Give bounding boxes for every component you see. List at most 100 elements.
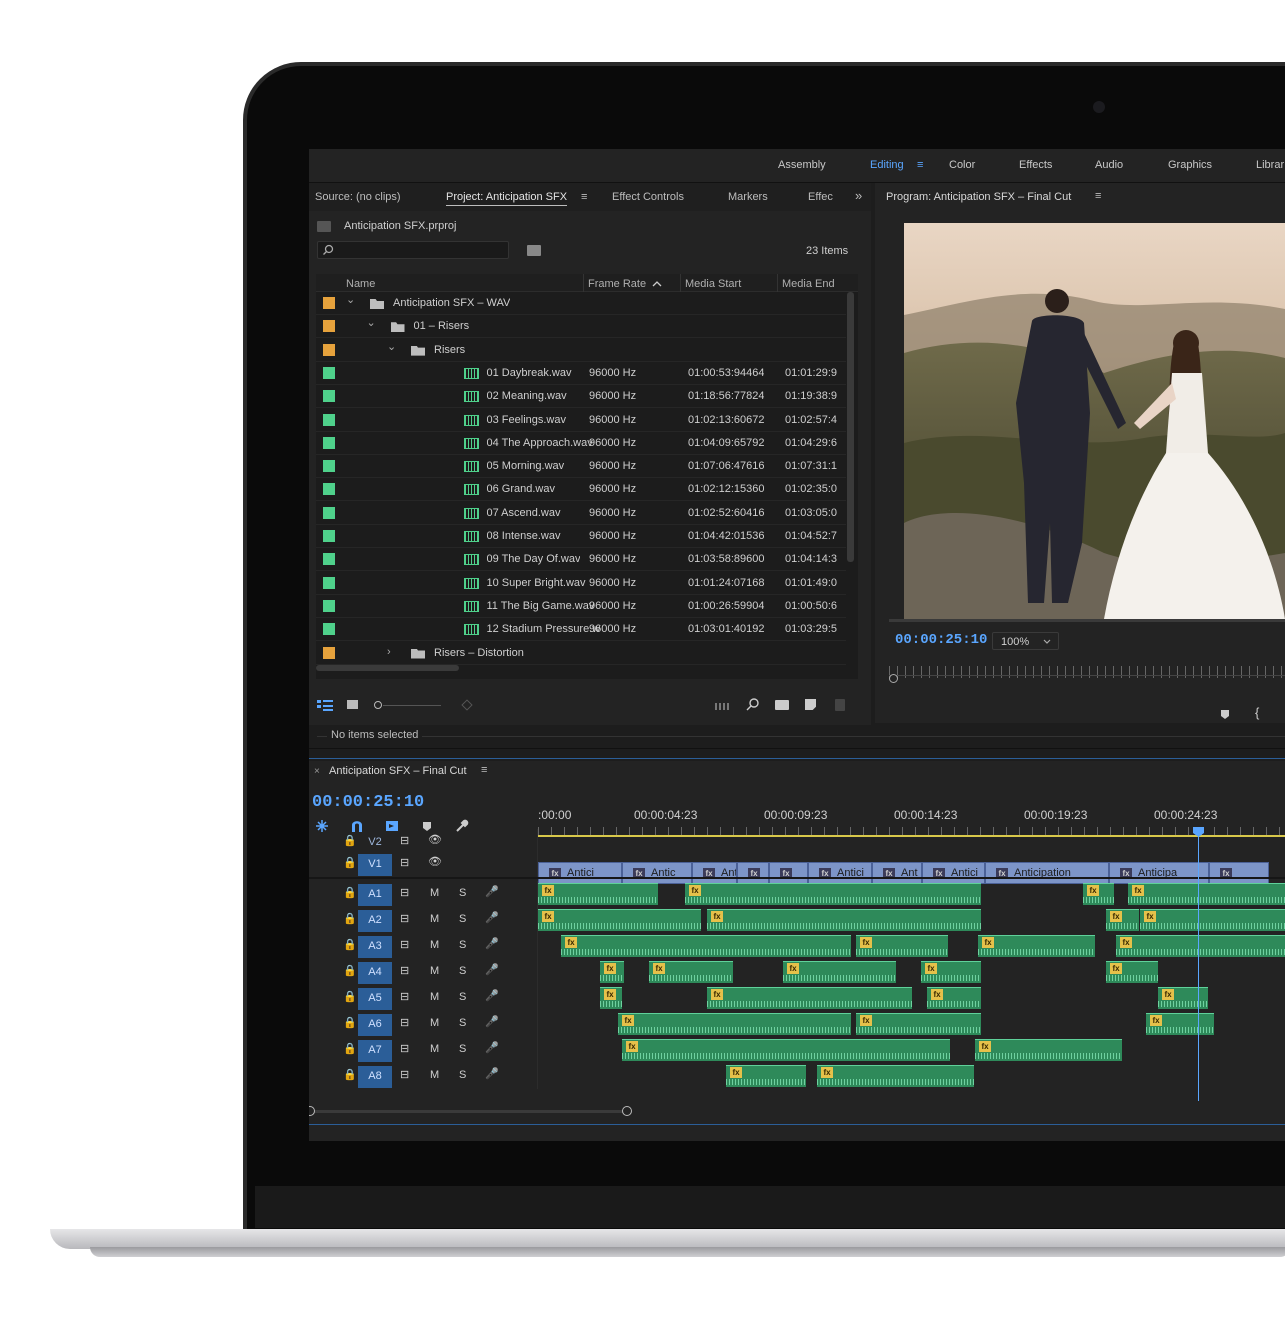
track-target-a3[interactable]: A3 <box>358 936 392 958</box>
folder-row[interactable]: ⌄ Anticipation SFX – WAV <box>316 292 846 315</box>
audio-file-row[interactable]: 10 Super Bright.wav 96000 Hz 01:01:24:0716… <box>316 572 846 595</box>
sync-lock-icon[interactable]: ⊟ <box>400 990 409 1003</box>
mute-button[interactable]: M <box>430 1017 439 1029</box>
audio-file-row[interactable]: 11 The Big Game.wav 96000 Hz 01:00:26:5990… <box>316 595 846 618</box>
label-color-swatch[interactable] <box>323 530 335 542</box>
audio-clip[interactable]: fx <box>538 883 658 905</box>
sync-lock-icon[interactable]: ⊟ <box>400 938 409 951</box>
audio-clip[interactable]: fx <box>978 935 1095 957</box>
mute-button[interactable]: M <box>430 1043 439 1055</box>
audio-clip[interactable]: fx <box>817 1065 974 1087</box>
new-search-bin-icon[interactable] <box>527 245 541 256</box>
new-item-icon[interactable] <box>805 699 816 710</box>
monitor-scrub-bar[interactable] <box>889 619 1285 622</box>
trash-icon[interactable] <box>835 699 845 711</box>
tab-project[interactable]: Project: Anticipation SFX <box>446 191 568 206</box>
track-target-a1[interactable]: A1 <box>358 884 392 906</box>
zoom-slider[interactable] <box>383 705 441 706</box>
label-color-swatch[interactable] <box>323 343 335 356</box>
audio-clip[interactable]: fx <box>685 883 981 905</box>
mute-button[interactable]: M <box>430 1069 439 1081</box>
monitor-menu-icon[interactable]: ≡ <box>1095 190 1101 202</box>
audio-file-row[interactable]: 12 Stadium Pressure.w 96000 Hz 01:03:01:40… <box>316 618 846 642</box>
folder-row[interactable]: ⌄ 01 – Risers <box>316 315 846 339</box>
column-name[interactable]: Name <box>346 278 375 290</box>
audio-clip[interactable]: fx <box>856 935 948 957</box>
sync-lock-icon[interactable]: ⊟ <box>400 964 409 977</box>
label-color-swatch[interactable] <box>323 390 335 403</box>
scrollbar-handle-left[interactable] <box>309 1106 315 1116</box>
label-color-swatch[interactable] <box>323 436 335 449</box>
lock-icon[interactable]: 🔒 <box>343 886 357 899</box>
audio-clip[interactable]: fx <box>618 1013 851 1035</box>
timeline-scrollbar[interactable] <box>309 1110 629 1113</box>
horizontal-scrollbar[interactable] <box>316 665 459 671</box>
sequence-name[interactable]: Anticipation SFX – Final Cut <box>329 765 467 777</box>
find-icon[interactable] <box>746 698 759 711</box>
audio-clip[interactable]: fx <box>1083 883 1114 905</box>
workspace-color[interactable]: Color <box>949 159 975 171</box>
audio-file-row[interactable]: 08 Intense.wav 96000 Hz 01:04:42:01536 01:0… <box>316 525 846 548</box>
mute-button[interactable]: M <box>430 991 439 1003</box>
solo-button[interactable]: S <box>459 913 466 925</box>
label-color-swatch[interactable] <box>323 366 335 379</box>
audio-file-row[interactable]: 07 Ascend.wav 96000 Hz 01:02:52:60416 01:03… <box>316 502 846 525</box>
lock-icon[interactable]: 🔒 <box>343 1016 357 1029</box>
zoom-slider-handle[interactable] <box>374 701 382 709</box>
mute-button[interactable]: M <box>430 939 439 951</box>
lock-icon[interactable]: 🔒 <box>343 938 357 951</box>
solo-button[interactable]: S <box>459 887 466 899</box>
audio-file-row[interactable]: 06 Grand.wav 96000 Hz 01:02:12:15360 01:02:… <box>316 478 846 502</box>
playhead-line[interactable] <box>1198 829 1199 1101</box>
audio-clip[interactable]: fx <box>1128 883 1285 905</box>
audio-clip[interactable]: fx <box>707 909 981 931</box>
panel-menu-icon[interactable]: ≡ <box>581 191 587 203</box>
solo-button[interactable]: S <box>459 939 466 951</box>
workspace-graphics[interactable]: Graphics <box>1168 159 1212 171</box>
sync-lock-icon[interactable]: ⊟ <box>400 1068 409 1081</box>
audio-clip[interactable]: fx <box>726 1065 806 1087</box>
audio-clip[interactable]: fx <box>538 909 701 931</box>
tab-effect-controls[interactable]: Effect Controls <box>612 191 684 203</box>
microphone-icon[interactable]: 🎤 <box>485 1015 499 1028</box>
folder-row[interactable]: › Risers – Distortion <box>316 642 846 665</box>
monitor-playhead-handle[interactable] <box>889 674 898 683</box>
workspace-editing[interactable]: Editing <box>870 159 904 171</box>
lock-icon[interactable]: 🔒 <box>343 1068 357 1081</box>
audio-clip[interactable]: fx <box>1116 935 1285 957</box>
workspace-menu-icon[interactable]: ≡ <box>917 159 923 171</box>
sort-icon[interactable] <box>461 699 473 711</box>
audio-clip[interactable]: fx <box>783 961 896 983</box>
tab-markers[interactable]: Markers <box>728 191 768 203</box>
folder-row[interactable]: ⌄ Risers <box>316 339 846 362</box>
track-target-a4[interactable]: A4 <box>358 962 392 984</box>
label-color-swatch[interactable] <box>323 646 335 659</box>
sync-lock-icon[interactable]: ⊟ <box>400 856 409 869</box>
program-timecode[interactable]: 00:00:25:10 <box>895 632 987 648</box>
label-color-swatch[interactable] <box>323 623 335 636</box>
sync-lock-icon[interactable]: ⊟ <box>400 834 409 847</box>
label-color-swatch[interactable] <box>323 460 335 473</box>
audio-file-row[interactable]: 03 Feelings.wav 96000 Hz 01:02:13:60672 01:… <box>316 409 846 432</box>
list-view-icon[interactable] <box>317 699 333 711</box>
workspace-libraries[interactable]: Librar <box>1256 159 1284 171</box>
label-color-swatch[interactable] <box>323 483 335 496</box>
label-color-swatch[interactable] <box>323 576 335 589</box>
mute-button[interactable]: M <box>430 965 439 977</box>
tab-source[interactable]: Source: (no clips) <box>315 191 401 203</box>
column-media-start[interactable]: Media Start <box>685 278 741 290</box>
microphone-icon[interactable]: 🎤 <box>485 885 499 898</box>
audio-file-row[interactable]: 09 The Day Of.wav 96000 Hz 01:03:58:89600 0… <box>316 548 846 572</box>
audio-clip[interactable]: fx <box>707 987 912 1009</box>
mute-button[interactable]: M <box>430 887 439 899</box>
chevron-down-icon[interactable]: ⌄ <box>346 293 355 306</box>
label-color-swatch[interactable] <box>323 413 335 426</box>
audio-file-row[interactable]: 02 Meaning.wav 96000 Hz 01:18:56:77824 01:1… <box>316 385 846 409</box>
solo-button[interactable]: S <box>459 965 466 977</box>
audio-clip[interactable]: fx <box>975 1039 1122 1061</box>
track-target-a7[interactable]: A7 <box>358 1040 392 1062</box>
audio-clip[interactable]: fx <box>561 935 851 957</box>
label-color-swatch[interactable] <box>323 297 335 309</box>
microphone-icon[interactable]: 🎤 <box>485 937 499 950</box>
lock-icon[interactable]: 🔒 <box>343 1042 357 1055</box>
